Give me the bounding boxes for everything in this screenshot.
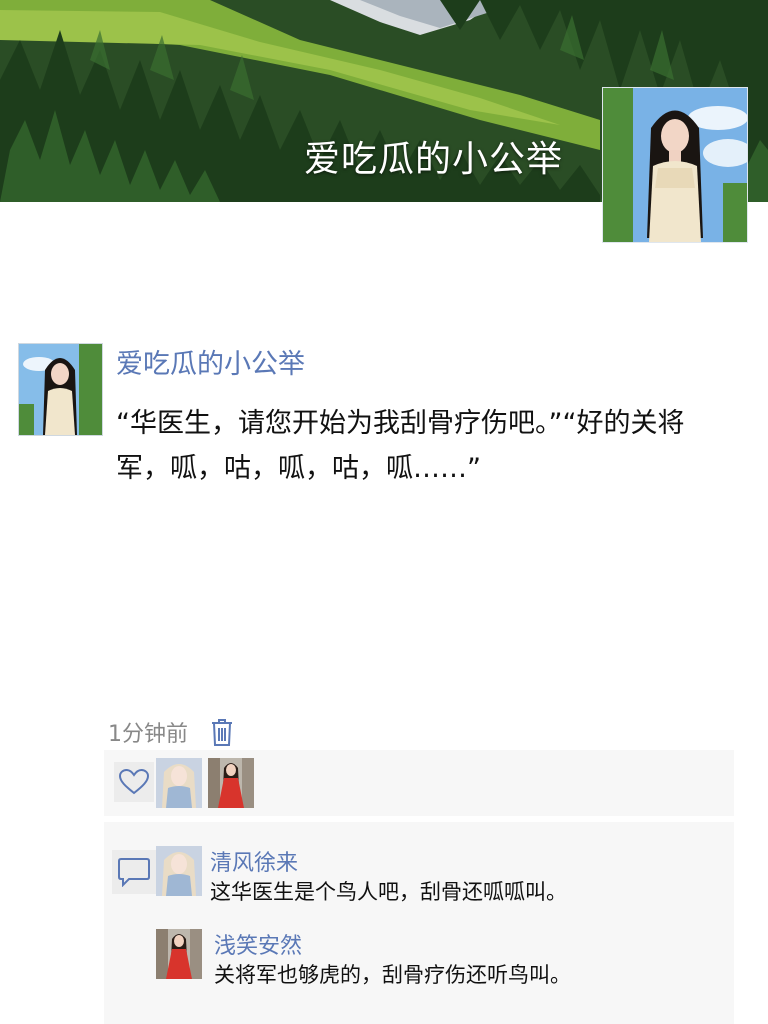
post-timestamp: 1分钟前 — [108, 722, 188, 747]
post-author-name[interactable]: 爱吃瓜的小公举 — [116, 342, 305, 381]
commenter-name[interactable]: 清风徐来 — [210, 845, 298, 877]
commenter-avatar[interactable] — [156, 929, 202, 979]
comment-item: 清风徐来 这华医生是个鸟人吧，刮骨还呱呱叫。 — [156, 846, 716, 916]
comment-button[interactable] — [112, 850, 156, 894]
comments-panel: 清风徐来 这华医生是个鸟人吧，刮骨还呱呱叫。 浅笑安然 关将军也够虎的，刮骨疗伤… — [104, 822, 734, 1024]
liker-avatar[interactable] — [208, 758, 254, 808]
post-content: “华医生，请您开始为我刮骨疗伤吧。”“好的关将军，呱，咕，呱，咕，呱……” — [116, 408, 685, 484]
avatar-blonde-image — [156, 758, 202, 808]
liker-avatar[interactable] — [156, 758, 202, 808]
likes-panel — [104, 750, 734, 816]
comment-text: 关将军也够虎的，刮骨疗伤还听鸟叫。 — [214, 963, 571, 987]
avatar-blonde-image — [156, 846, 202, 896]
profile-avatar[interactable] — [602, 87, 748, 243]
comment-bubble-icon — [118, 858, 150, 887]
post-meta: 1分钟前 — [108, 716, 234, 748]
heart-icon — [119, 769, 149, 795]
post-author-avatar[interactable] — [18, 343, 103, 436]
comment-text: 这华医生是个鸟人吧，刮骨还呱呱叫。 — [210, 880, 567, 904]
commenter-avatar[interactable] — [156, 846, 202, 896]
avatar-red-dress-image — [156, 929, 202, 979]
trash-icon[interactable] — [210, 717, 234, 747]
comment-item: 浅笑安然 关将军也够虎的，刮骨疗伤还听鸟叫。 — [156, 929, 716, 999]
cover-username: 爱吃瓜的小公举 — [304, 139, 564, 180]
like-button[interactable] — [114, 762, 154, 802]
avatar-girl-image — [603, 88, 747, 242]
commenter-name[interactable]: 浅笑安然 — [214, 928, 302, 960]
avatar-red-dress-image — [208, 758, 254, 808]
avatar-girl-image — [19, 344, 102, 435]
